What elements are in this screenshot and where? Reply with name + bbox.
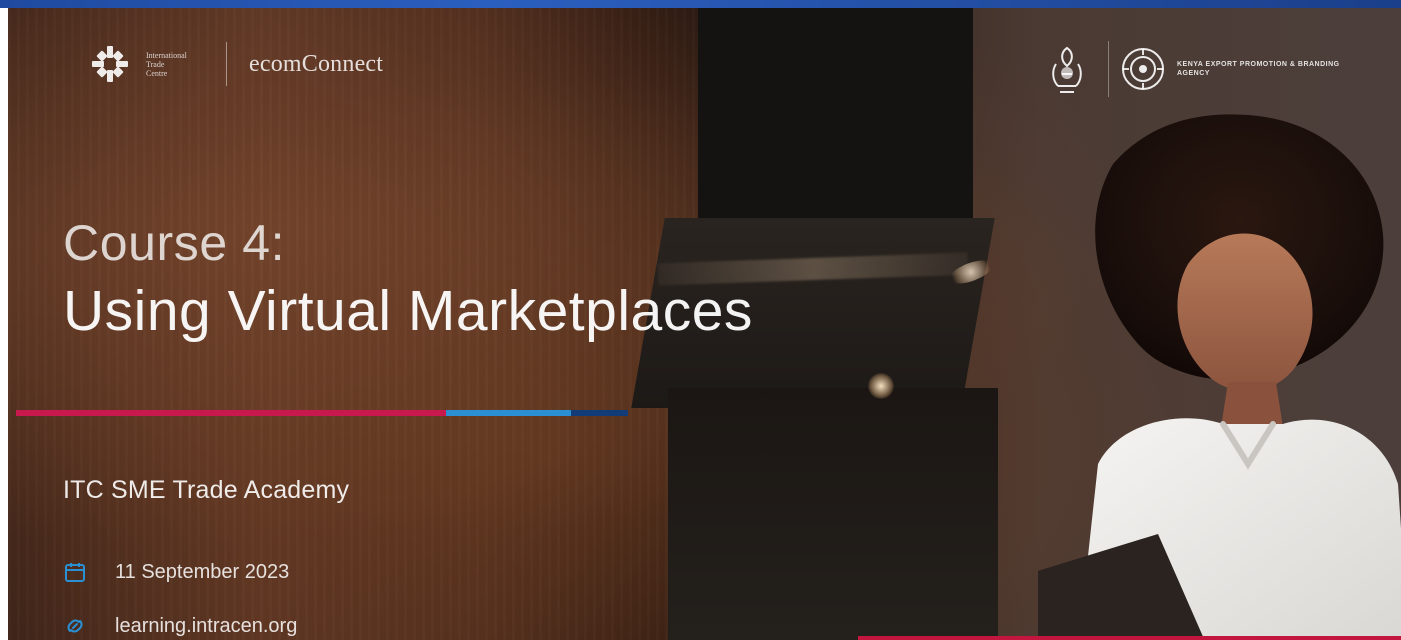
left-white-edge [0,8,8,640]
background-shelf-bottom [668,388,998,640]
bottom-red-accent-bar [858,636,1401,640]
itc-logo-icon [92,46,128,82]
course-banner: International Trade Centre ecomConnect K… [8,8,1401,640]
top-accent-stripe [0,0,1401,8]
itc-wordmark-line-3: Centre [146,68,168,78]
underline-navy-segment [571,410,628,416]
link-icon [67,619,83,633]
kepro-wordmark: KENYA EXPORT PROMOTION & BRANDING AGENCY [1177,61,1340,77]
tricolor-underline [16,410,628,416]
event-url: learning.intracen.org [115,614,298,637]
background-shelf-top [698,8,973,248]
itc-wordmark-line-2: Trade [146,59,165,69]
itc-ecomconnect-logo: International Trade Centre ecomConnect [90,42,383,86]
logo-divider [226,42,227,86]
partner-logo-divider [1108,41,1109,97]
event-date: 11 September 2023 [115,560,290,583]
featured-person-illustration [1038,114,1401,640]
academy-name: ITC SME Trade Academy [63,476,350,504]
course-number: Course 4: [63,215,286,271]
itc-wordmark: International Trade Centre [146,51,204,78]
event-date-row: 11 September 2023 [63,560,289,584]
calendar-icon [65,563,85,582]
kenya-crest-icon [1052,46,1082,93]
kepro-seal-icon [1122,48,1164,90]
background-lamp-glow [868,373,894,399]
underline-red-segment [16,410,446,416]
event-url-row: learning.intracen.org [63,614,297,638]
underline-blue-segment [446,410,571,416]
ecomconnect-wordmark: ecomConnect [249,50,384,77]
itc-wordmark-line-1: International [146,50,187,60]
course-title: Using Virtual Marketplaces [63,279,753,343]
kenya-partner-logos: KENYA EXPORT PROMOTION & BRANDING AGENCY [1038,40,1347,98]
